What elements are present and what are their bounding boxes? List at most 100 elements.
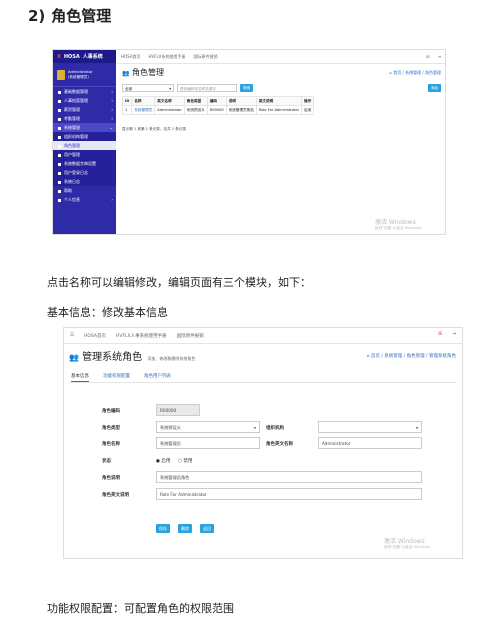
tab-basic-info[interactable]: 基本信息 [71,371,89,382]
logout-icon[interactable]: ⇥ [438,54,441,59]
sidebar-item[interactable]: 人事档案管理 › [53,96,116,105]
status-enabled-radio[interactable]: ● 启用 [156,458,170,464]
table-cell: Administrator [154,105,185,115]
menu-icon [58,90,61,94]
paragraph-basic-info: 基本信息：修改基本信息 [47,306,168,319]
role-code-field: R00000 [156,404,200,416]
top-bar: ☰ HOSA首页 HVFLX人事系统使用手册 国际原件报销 ☒ ⇥ [64,328,462,344]
label-role-en-desc: 角色英文说明 [102,493,129,498]
role-en-name-field[interactable]: Administrator [318,437,422,449]
sidebar-item-label: 用户管理 [64,152,80,157]
status-disabled-radio[interactable]: ○ 禁用 [178,458,192,464]
avatar [57,69,65,80]
chevron-icon: ⌄ [109,125,113,130]
sidebar-item[interactable]: 帮助 [53,186,116,195]
label-role-code: 角色编码 [102,409,120,414]
sidebar-item[interactable]: 个人信息 › [53,195,116,204]
sidebar-item-label: 帮助 [64,188,72,193]
section-title: 角色管理 [51,7,112,25]
column-header[interactable]: 英文名称 [154,96,185,106]
sidebar-item-label: 用户登录日志 [64,170,88,175]
column-header[interactable]: 角色类型 [183,96,208,106]
sidebar-item-label: 考勤管理 [64,116,80,121]
table-cell: 启用 [301,105,315,115]
top-link-manual[interactable]: HVFLX系统使用手册 [149,54,186,60]
search-button[interactable]: 搜索 [240,84,254,92]
sidebar-item-label: 系统数据字典设置 [64,161,96,166]
table-cell[interactable]: 系统管理员 [131,105,156,115]
tab-role-users[interactable]: 角色用户列表 [144,371,171,382]
mail-icon[interactable]: ☒ [426,54,430,59]
tab-permissions[interactable]: 功能权限配置 [103,371,130,382]
users-icon: 👥 [122,70,130,77]
page-title-text: 角色管理 [132,68,165,77]
search-input[interactable]: 角色编码或名称关键字 [177,84,237,92]
role-desc-field[interactable]: 系统管理员角色 [156,471,422,483]
org-select[interactable]: ▾ [318,421,422,433]
sidebar-item[interactable]: 系统管理 ⌄ [53,123,116,132]
logo-brand: HOSA [63,53,80,60]
top-link-home[interactable]: HOSA首页 [121,54,141,60]
logo: X HOSA 人事系统 [53,50,116,63]
top-link-manual[interactable]: HVFLX人事系统使用手册 [116,333,167,339]
tab-bar: 基本信息 功能权限配置 角色用户列表 [69,371,456,383]
label-org: 组织机构 [266,426,284,431]
label-role-desc: 角色说明 [102,476,120,481]
role-table: ID 名称 英文名称 角色类型 编码 说明 英文说明 操作 1 系统管理员 Administrat… [121,96,315,115]
logo-system: 人事系统 [82,54,103,60]
sidebar-item[interactable]: 薪资管理 › [53,105,116,114]
users-icon: 👥 [69,353,79,362]
pagination-info: 显示第 1 到第 1 条记录，总共 1 条记录 [122,127,187,131]
role-en-desc-field[interactable]: Role For Administrator [156,488,422,500]
sidebar-item-label: 组织机构管理 [64,134,88,139]
sidebar-item-label: 系统日志 [64,179,80,184]
save-button[interactable]: 保存 [156,524,170,533]
windows-watermark: 激活 Windows 转到"设置"以激活 Windows。 [384,538,434,549]
menu-icon [58,135,61,139]
column-header[interactable]: 操作 [301,96,315,106]
role-type-select[interactable]: 系统预设义 ▾ [156,421,260,433]
windows-watermark: 激活 Windows 转到"设置"以激活 Windows。 [375,219,425,230]
menu-icon [58,171,61,175]
column-header[interactable]: 说明 [225,96,257,106]
sidebar-item[interactable]: 基础数据管理 › [53,87,116,96]
sidebar-item[interactable]: 系统日志 [53,177,116,186]
top-link-home[interactable]: HOSA首页 [84,333,106,339]
sidebar-item[interactable]: 用户登录日志 [53,168,116,177]
label-role-en-name: 角色英文名称 [266,442,293,447]
top-link-reimburse[interactable]: 国际原件报销 [177,333,204,339]
column-header[interactable]: 编码 [206,96,227,106]
sidebar-item[interactable]: 系统数据字典设置 [53,159,116,168]
sidebar-item-label: 薪资管理 [64,107,80,112]
column-header[interactable]: 英文说明 [255,96,303,106]
type-select[interactable]: 全部 ▾ [122,84,174,92]
delete-button[interactable]: 删除 [178,524,192,533]
table-cell: 1 [121,105,133,115]
chevron-icon: › [111,116,113,121]
sidebar-item[interactable]: 考勤管理 › [53,114,116,123]
column-header[interactable]: 名称 [131,96,156,106]
logo-mark: X [57,53,61,60]
home-icon[interactable]: ☰ [70,333,74,338]
sidebar-item[interactable]: 用户管理 [53,150,116,159]
sidebar-item-label: 个人信息 [64,197,80,202]
column-header[interactable]: ID [121,96,133,106]
table-row: 1 系统管理员 Administrator 系统预设义 R00000 系统管理员角色 Rol… [121,105,315,115]
back-button[interactable]: 返回 [200,524,214,533]
mail-icon[interactable]: ☒ [438,332,442,337]
menu-icon [58,180,61,184]
chevron-icon: › [111,197,113,202]
logout-icon[interactable]: ⇥ [452,332,456,337]
top-bar: HOSA首页 HVFLX系统使用手册 国际原件报销 ☒ ⇥ [116,50,445,64]
role-list-screenshot: X HOSA 人事系统 Administrator (系统管理员) 基础数据管理… [52,49,446,235]
sidebar-item[interactable]: 组织机构管理 [53,132,116,141]
role-name-field[interactable]: 系统管理员 [156,437,260,449]
label-status: 状态 [102,459,111,464]
add-button[interactable]: 添加 [427,84,441,92]
top-link-reimburse[interactable]: 国际原件报销 [194,54,218,60]
table-cell: R00000 [206,105,227,115]
sidebar-item[interactable]: 角色管理 [53,141,116,150]
sidebar-item-label: 角色管理 [64,143,80,148]
breadcrumb[interactable]: ⌂ 首页 / 系统管理 / 角色管理 / 管理系统角色 [367,353,456,359]
breadcrumb[interactable]: ⌂ 首页 / 系统管理 / 角色管理 [389,70,441,76]
